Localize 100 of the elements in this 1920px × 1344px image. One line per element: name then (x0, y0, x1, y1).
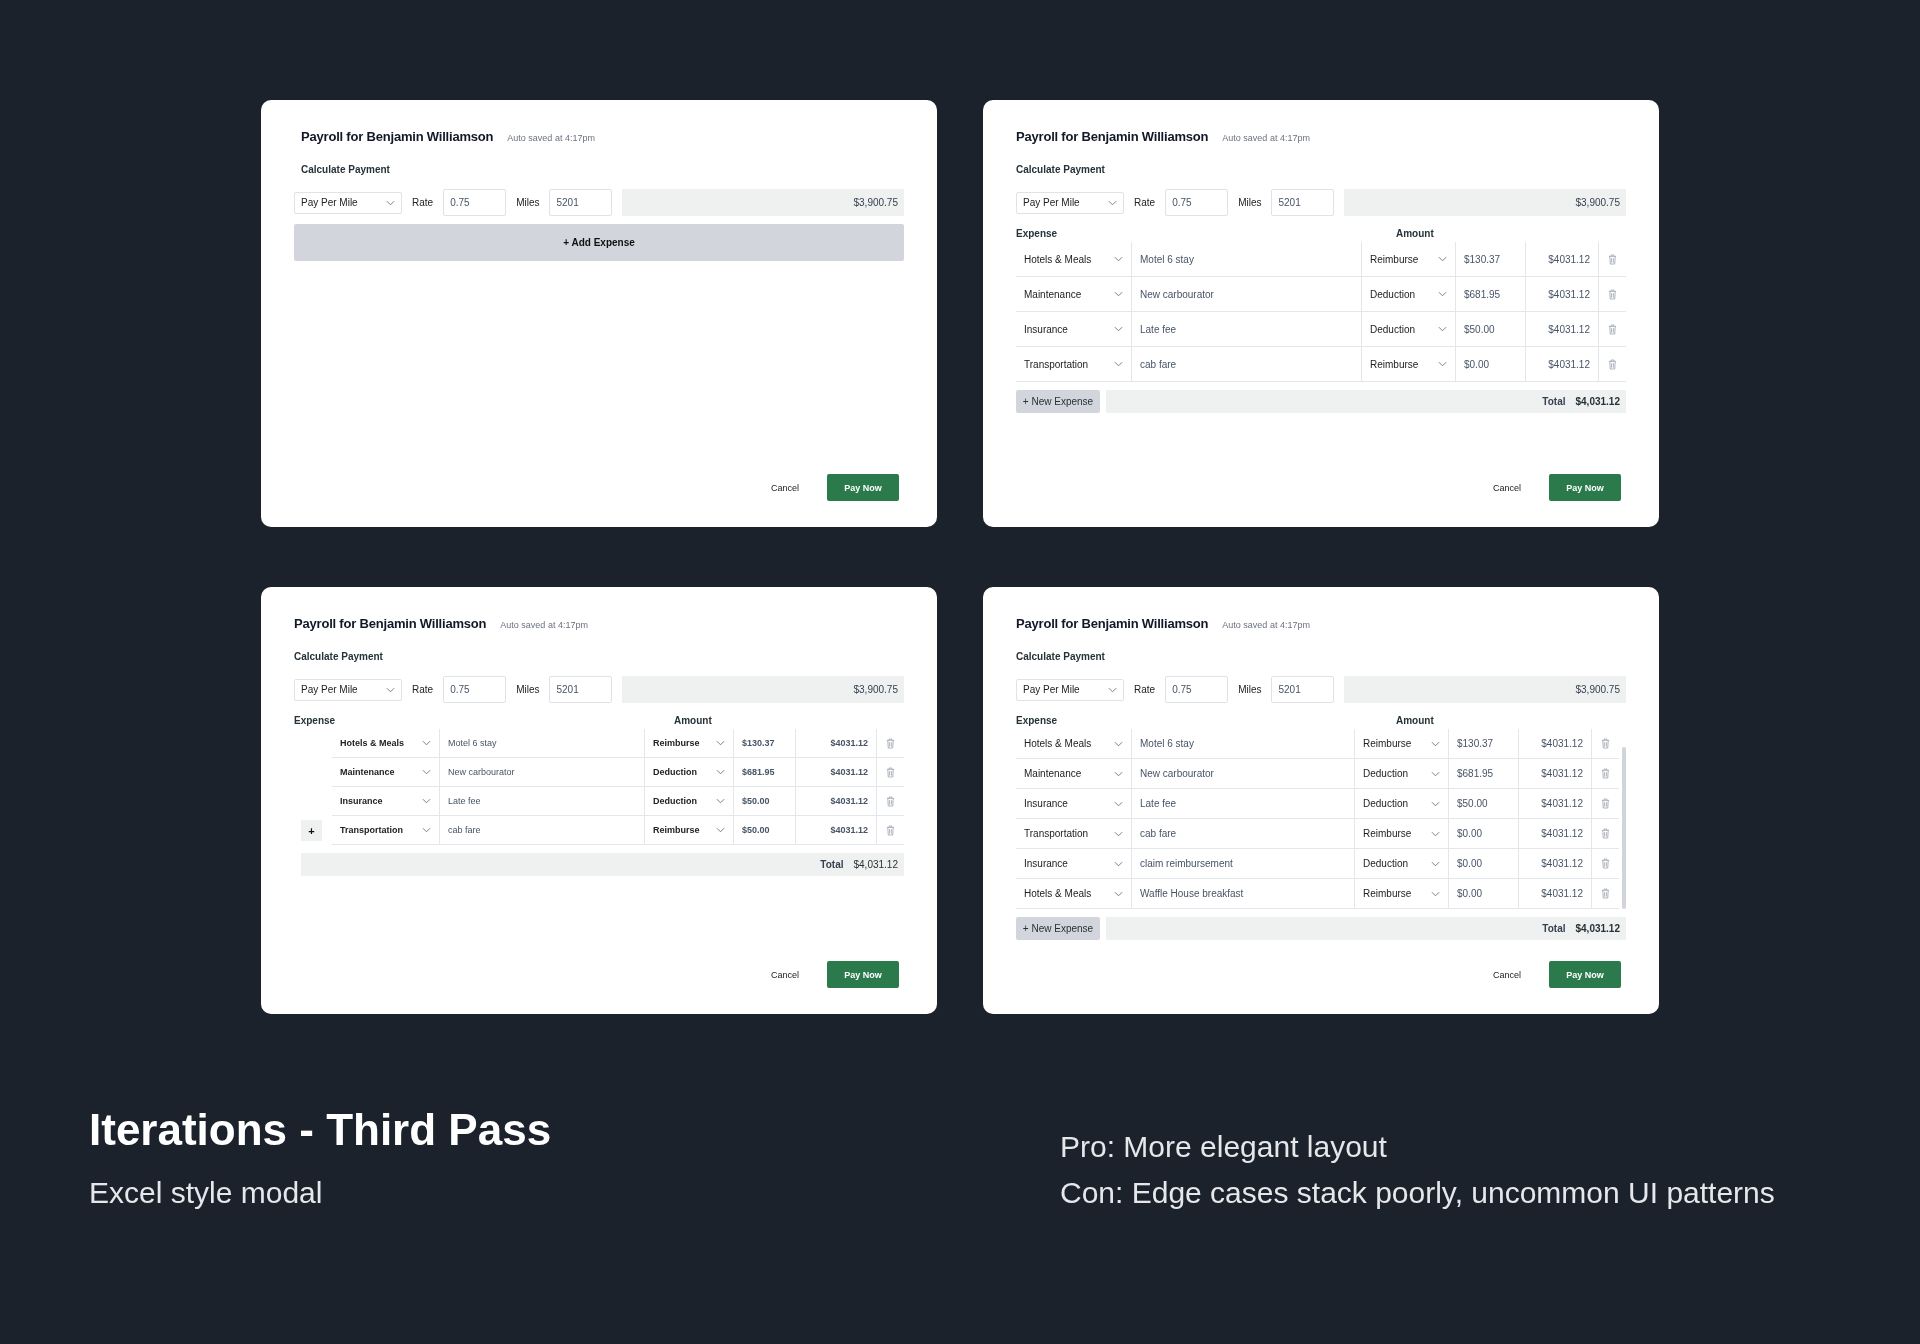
category-dropdown[interactable]: Transportation (332, 816, 439, 844)
type-dropdown[interactable]: Reimburse (1361, 242, 1455, 276)
type-dropdown[interactable]: Deduction (1354, 849, 1448, 878)
type-dropdown[interactable]: Reimburse (1354, 819, 1448, 848)
column-heading: Amount (1396, 714, 1435, 726)
new-expense-button[interactable]: + New Expense (1016, 917, 1100, 940)
chevron-icon (716, 740, 725, 746)
category-dropdown[interactable]: Insurance (1016, 789, 1131, 818)
field-label: Rate (412, 684, 434, 695)
delete-icon[interactable] (1608, 358, 1617, 370)
delete-icon[interactable] (886, 737, 895, 749)
rate-field[interactable]: 0.75 (443, 189, 507, 216)
cancel-button[interactable]: Cancel (771, 482, 799, 493)
chevron-icon (1114, 291, 1123, 297)
amount-cell: $130.37 (1455, 242, 1525, 276)
chevron-icon (716, 827, 725, 833)
pay-type-dropdown[interactable]: Pay Per Mile (294, 191, 402, 214)
category-dropdown[interactable]: Hotels & Meals (1016, 729, 1131, 758)
chevron-icon (1114, 326, 1123, 332)
chevron-icon (716, 769, 725, 775)
add-row-button[interactable]: + (301, 820, 322, 841)
type-dropdown[interactable]: Reimburse (644, 816, 733, 844)
slide-subtitle: Excel style modal (89, 1175, 324, 1211)
delete-icon[interactable] (1601, 798, 1610, 809)
chevron-icon (1114, 890, 1123, 897)
pay-now-button[interactable]: Pay Now (827, 474, 899, 501)
pay-type-dropdown[interactable]: Pay Per Mile (1016, 678, 1124, 701)
category-dropdown[interactable]: Hotels & Meals (1016, 242, 1131, 276)
pay-type-dropdown[interactable]: Pay Per Mile (1016, 191, 1124, 214)
cancel-button[interactable]: Cancel (1493, 969, 1521, 980)
rate-field[interactable]: 0.75 (1165, 189, 1229, 216)
type-dropdown[interactable]: Deduction (1361, 312, 1455, 346)
delete-icon[interactable] (1608, 253, 1617, 265)
chevron-icon (422, 798, 431, 804)
category-dropdown[interactable]: Insurance (1016, 849, 1131, 878)
type-dropdown[interactable]: Reimburse (1354, 879, 1448, 908)
cancel-button[interactable]: Cancel (1493, 482, 1521, 493)
type-dropdown[interactable]: Deduction (644, 787, 733, 815)
field-label: Rate (1134, 197, 1156, 208)
type-dropdown[interactable]: Reimburse (1361, 347, 1455, 381)
category-dropdown[interactable]: Insurance (332, 787, 439, 815)
column-heading: Amount (1396, 227, 1435, 239)
chevron-icon (422, 769, 431, 775)
description-cell: Late fee (1131, 789, 1354, 818)
type-dropdown[interactable]: Deduction (1361, 277, 1455, 311)
miles-field[interactable]: 5201 (549, 676, 613, 703)
running-total-cell: $4031.12 (1518, 819, 1591, 848)
scrollbar[interactable] (1622, 747, 1626, 909)
amount-cell: $50.00 (1455, 312, 1525, 346)
delete-icon[interactable] (886, 824, 895, 836)
delete-icon[interactable] (1601, 858, 1610, 869)
delete-icon[interactable] (886, 766, 895, 778)
type-dropdown[interactable]: Deduction (1354, 759, 1448, 788)
category-dropdown[interactable]: Maintenance (1016, 759, 1131, 788)
type-dropdown[interactable]: Deduction (1354, 789, 1448, 818)
column-heading: Expense (294, 714, 337, 726)
pay-type-dropdown[interactable]: Pay Per Mile (294, 678, 402, 701)
category-dropdown[interactable]: Transportation (1016, 819, 1131, 848)
type-dropdown[interactable]: Reimburse (644, 729, 733, 757)
chevron-icon (1431, 800, 1440, 807)
modal-title: Payroll for Benjamin Williamson (1016, 129, 1209, 144)
category-dropdown[interactable]: Hotels & Meals (332, 729, 439, 757)
delete-icon[interactable] (1601, 738, 1610, 749)
rate-field[interactable]: 0.75 (1165, 676, 1229, 703)
add-expense-button[interactable]: + Add Expense (294, 224, 904, 261)
pay-now-button[interactable]: Pay Now (827, 961, 899, 988)
description-cell: Motel 6 stay (1131, 242, 1361, 276)
delete-icon[interactable] (1608, 288, 1617, 300)
description-cell: Motel 6 stay (1131, 729, 1354, 758)
delete-icon[interactable] (1601, 768, 1610, 779)
category-dropdown[interactable]: Maintenance (1016, 277, 1131, 311)
miles-field[interactable]: 5201 (1271, 676, 1335, 703)
cancel-button[interactable]: Cancel (771, 969, 799, 980)
category-dropdown[interactable]: Transportation (1016, 347, 1131, 381)
pay-now-button[interactable]: Pay Now (1549, 961, 1621, 988)
delete-icon[interactable] (886, 795, 895, 807)
description-cell: Late fee (1131, 312, 1361, 346)
chevron-icon (1108, 686, 1117, 693)
new-expense-button[interactable]: + New Expense (1016, 390, 1100, 413)
category-dropdown[interactable]: Insurance (1016, 312, 1131, 346)
type-dropdown[interactable]: Deduction (644, 758, 733, 786)
column-heading: Amount (674, 714, 713, 726)
miles-field[interactable]: 5201 (1271, 189, 1335, 216)
delete-icon[interactable] (1601, 828, 1610, 839)
rate-field[interactable]: 0.75 (443, 676, 507, 703)
category-dropdown[interactable]: Hotels & Meals (1016, 879, 1131, 908)
field-label: Rate (412, 197, 434, 208)
delete-icon[interactable] (1601, 888, 1610, 899)
delete-icon[interactable] (1608, 323, 1617, 335)
pay-now-button[interactable]: Pay Now (1549, 474, 1621, 501)
note-text: Con: Edge cases stack poorly, uncommon UI patterns (1060, 1175, 1776, 1211)
miles-field[interactable]: 5201 (549, 189, 613, 216)
amount-cell: $0.00 (1448, 879, 1518, 908)
category-dropdown[interactable]: Maintenance (332, 758, 439, 786)
chevron-icon (422, 827, 431, 833)
slide-title: Iterations - Third Pass (89, 1104, 553, 1156)
total-value: $4,031.12 (1575, 396, 1620, 407)
type-dropdown[interactable]: Reimburse (1354, 729, 1448, 758)
description-cell: New carbourator (439, 758, 644, 786)
chevron-icon (1114, 361, 1123, 367)
